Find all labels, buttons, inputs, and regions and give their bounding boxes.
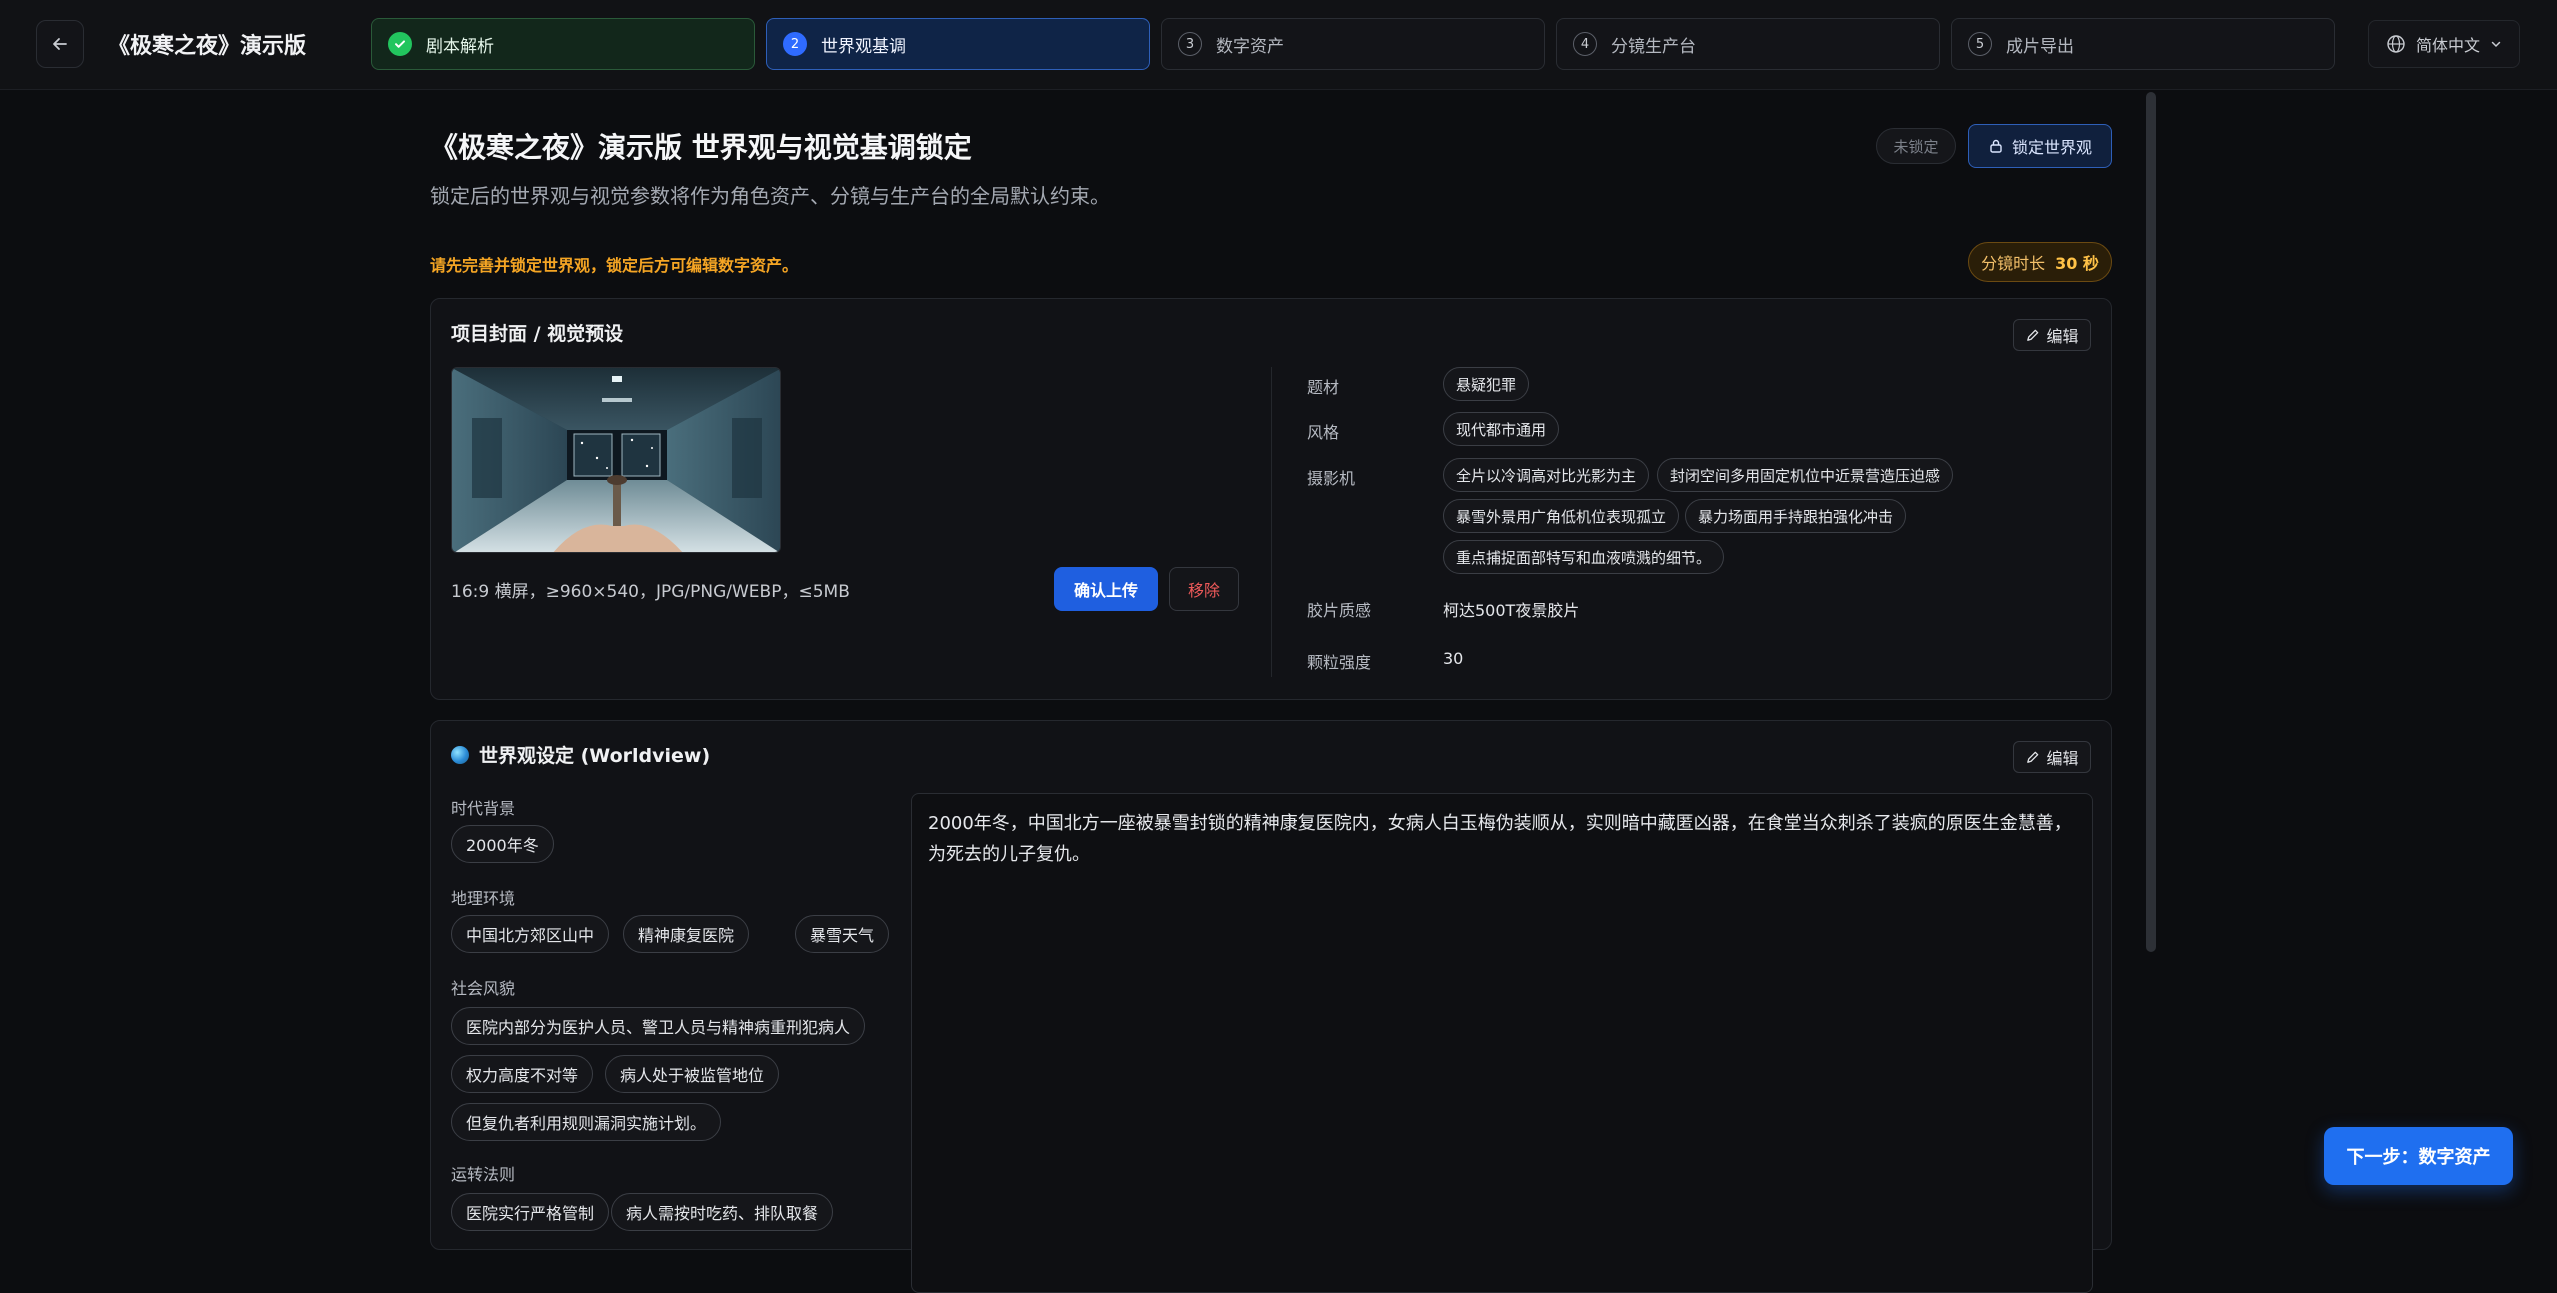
scrollbar-thumb[interactable] xyxy=(2146,92,2156,952)
geo-chip: 中国北方郊区山中 xyxy=(451,915,610,953)
lock-worldview-button[interactable]: 锁定世界观 xyxy=(1968,124,2112,168)
society-chip: 医院内部分为医护人员、警卫人员与精神病重刑犯病人 xyxy=(451,1007,866,1045)
era-label: 时代背景 xyxy=(451,799,516,818)
grain-label: 颗粒强度 xyxy=(1307,653,1372,672)
cover-image[interactable] xyxy=(451,367,781,553)
geo-chip: 暴雪天气 xyxy=(795,915,890,953)
scrollbar[interactable] xyxy=(2146,92,2156,1230)
language-select[interactable]: 简体中文 xyxy=(2368,20,2520,68)
worldview-description[interactable]: 2000年冬，中国北方一座被暴雪封锁的精神康复医院内，女病人白玉梅伪装顺从，实则… xyxy=(911,793,2093,1293)
remove-cover-button[interactable]: 移除 xyxy=(1169,567,1239,611)
cover-card: 项目封面 / 视觉预设 编辑 16:9 横屏，≥960×540，JPG/PNG/… xyxy=(430,298,2112,700)
hospital-corridor-image xyxy=(452,368,780,552)
geo-chip: 精神康复医院 xyxy=(623,915,750,953)
lock-icon xyxy=(1990,139,2002,153)
society-chip: 但复仇者利用规则漏洞实施计划。 xyxy=(451,1103,722,1141)
style-label: 风格 xyxy=(1307,423,1340,442)
society-label: 社会风貌 xyxy=(451,979,516,998)
rules-chip: 病人需按时吃药、排队取餐 xyxy=(611,1193,834,1231)
step-worldview[interactable]: 2 世界观基调 xyxy=(766,18,1150,70)
warning-message: 请先完善并锁定世界观，锁定后方可编辑数字资产。 xyxy=(430,256,799,275)
globe-icon xyxy=(2387,35,2405,53)
lock-status-badge: 未锁定 xyxy=(1876,128,1956,164)
era-chip: 2000年冬 xyxy=(451,825,554,863)
society-chip: 权力高度不对等 xyxy=(451,1055,594,1093)
globe-icon xyxy=(451,745,469,764)
divider xyxy=(1271,367,1272,677)
worldview-edit-button[interactable]: 编辑 xyxy=(2013,741,2091,773)
step-label: 分镜生产台 xyxy=(1611,36,1696,57)
lock-worldview-label: 锁定世界观 xyxy=(2011,138,2092,157)
step-number: 2 xyxy=(783,32,807,56)
step-label: 数字资产 xyxy=(1216,36,1284,57)
worldview-card-title: 世界观设定 (Worldview) xyxy=(451,741,710,768)
step-digital-assets[interactable]: 3 数字资产 xyxy=(1161,18,1545,70)
confirm-upload-button[interactable]: 确认上传 xyxy=(1054,567,1158,611)
step-label: 成片导出 xyxy=(2006,36,2074,57)
step-export[interactable]: 5 成片导出 xyxy=(1951,18,2335,70)
worldview-title-text: 世界观设定 (Worldview) xyxy=(479,745,711,767)
rules-label: 运转法则 xyxy=(451,1165,516,1184)
top-bar: 《极寒之夜》演示版 剧本解析 2 世界观基调 3 数字资产 4 分镜生产台 5 … xyxy=(0,0,2557,90)
camera-chip: 暴力场面用手持跟拍强化冲击 xyxy=(1685,499,1907,533)
cover-edit-button[interactable]: 编辑 xyxy=(2013,319,2091,351)
camera-chip: 封闭空间多用固定机位中近景营造压迫感 xyxy=(1657,458,1954,492)
camera-label: 摄影机 xyxy=(1307,469,1356,488)
camera-chip: 全片以冷调高对比光影为主 xyxy=(1443,458,1650,492)
pencil-icon xyxy=(2027,329,2039,341)
step-label: 世界观基调 xyxy=(821,36,906,57)
society-chip: 病人处于被监管地位 xyxy=(605,1055,780,1093)
genre-label: 题材 xyxy=(1307,378,1340,397)
edit-label: 编辑 xyxy=(2046,327,2079,346)
duration-value: 30 秒 xyxy=(2055,254,2099,273)
cover-requirements-hint: 16:9 横屏，≥960×540，JPG/PNG/WEBP，≤5MB xyxy=(451,582,850,602)
geo-label: 地理环境 xyxy=(451,889,516,908)
step-script-analysis[interactable]: 剧本解析 xyxy=(371,18,755,70)
step-storyboard[interactable]: 4 分镜生产台 xyxy=(1556,18,1940,70)
edit-label: 编辑 xyxy=(2046,749,2079,768)
style-chip: 现代都市通用 xyxy=(1443,412,1560,446)
film-value: 柯达500T夜景胶片 xyxy=(1443,601,1580,620)
step-number: 5 xyxy=(1968,32,1992,56)
page-subtitle: 锁定后的世界观与视觉参数将作为角色资产、分镜与生产台的全局默认约束。 xyxy=(430,184,1110,208)
step-number: 4 xyxy=(1573,32,1597,56)
next-step-button[interactable]: 下一步：数字资产 xyxy=(2324,1127,2513,1185)
page-title: 《极寒之夜》演示版 世界观与视觉基调锁定 xyxy=(430,131,972,164)
genre-chip: 悬疑犯罪 xyxy=(1443,367,1530,401)
back-button[interactable] xyxy=(36,20,84,68)
app-title: 《极寒之夜》演示版 xyxy=(108,34,307,59)
film-label: 胶片质感 xyxy=(1307,601,1372,620)
step-number: 3 xyxy=(1178,32,1202,56)
grain-value: 30 xyxy=(1443,649,1464,668)
worldview-card: 世界观设定 (Worldview) 编辑 时代背景 2000年冬 地理环境 中国… xyxy=(430,720,2112,1293)
pencil-icon xyxy=(2027,751,2039,763)
arrow-left-icon xyxy=(53,38,67,50)
cover-card-title: 项目封面 / 视觉预设 xyxy=(451,323,624,345)
check-icon xyxy=(388,32,412,56)
chevron-down-icon xyxy=(2491,41,2501,48)
step-label: 剧本解析 xyxy=(426,36,494,57)
storyboard-duration-badge: 分镜时长 30 秒 xyxy=(1968,242,2112,282)
camera-chip: 重点捕捉面部特写和血液喷溅的细节。 xyxy=(1443,540,1725,574)
rules-chip: 医院实行严格管制 xyxy=(451,1193,610,1231)
camera-chip: 暴雪外景用广角低机位表现孤立 xyxy=(1443,499,1680,533)
language-label: 简体中文 xyxy=(2415,36,2480,55)
duration-label: 分镜时长 xyxy=(1981,254,2046,273)
